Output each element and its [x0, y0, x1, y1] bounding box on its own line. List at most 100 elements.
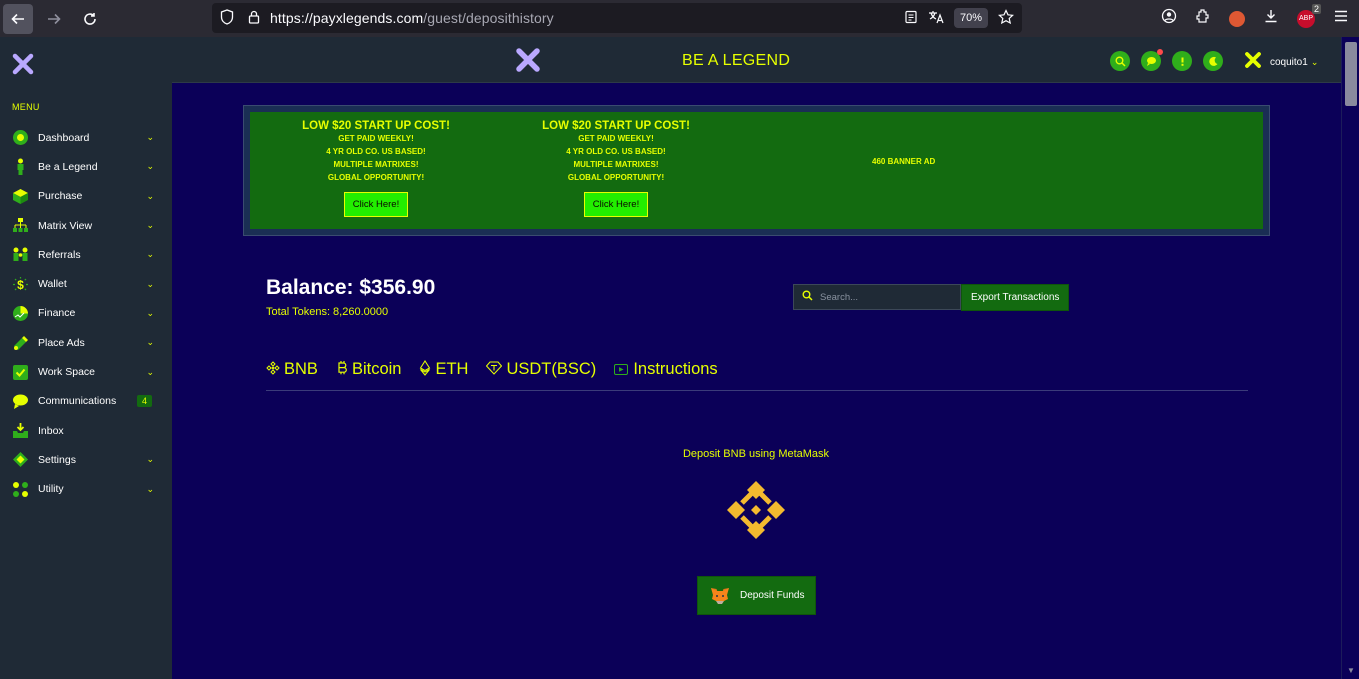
tab-bnb[interactable]: BNB	[266, 360, 318, 379]
ads-icon	[12, 334, 29, 351]
tabs-divider	[266, 390, 1248, 391]
settings-icon	[12, 451, 29, 468]
sidebar-item-label: Communications	[38, 395, 117, 408]
tab-label: Bitcoin	[351, 360, 402, 378]
tab-label: Instructions	[633, 360, 718, 378]
header-slogan: BE A LEGEND	[682, 52, 791, 69]
brand-logo-icon[interactable]	[515, 47, 541, 80]
usdt-icon	[486, 361, 503, 378]
finance-icon	[12, 305, 29, 322]
svg-text:$: $	[17, 278, 24, 292]
sidebar-item-referrals[interactable]: Referrals ⌄	[0, 240, 172, 269]
dark-mode-icon[interactable]	[1203, 51, 1223, 71]
lock-icon[interactable]	[248, 10, 260, 27]
sidebar-item-label: Purchase	[38, 190, 83, 203]
placeholder-ad[interactable]: 460 BANNER AD	[872, 157, 935, 166]
wallet-icon: $	[12, 276, 29, 293]
sidebar-item-label: Wallet	[38, 278, 67, 291]
chevron-down-icon: ⌄	[146, 307, 154, 318]
ad-line: MULTIPLE MATRIXES!	[573, 160, 659, 169]
export-transactions-button[interactable]: Export Transactions	[961, 284, 1070, 311]
shield-icon[interactable]	[220, 8, 236, 28]
zoom-level[interactable]: 70%	[953, 8, 988, 28]
ad-line: GLOBAL OPPORTUNITY!	[327, 173, 425, 182]
sidebar-item-label: Finance	[38, 307, 76, 320]
banner-inner: LOW $20 START UP COST! GET PAID WEEKLY! …	[250, 112, 1263, 229]
sidebar-item-utility[interactable]: Utility ⌄	[0, 475, 172, 504]
sidebar-item-finance[interactable]: Finance ⌄	[0, 299, 172, 328]
reload-icon	[84, 12, 96, 25]
sidebar-item-purchase[interactable]: Purchase ⌄	[0, 182, 172, 211]
duckduckgo-icon[interactable]	[1229, 10, 1245, 27]
scrollbar-thumb[interactable]	[1345, 42, 1357, 106]
adblock-count: 2	[1311, 3, 1321, 14]
back-button[interactable]	[3, 3, 33, 34]
tab-instructions[interactable]: ▶ Instructions	[614, 360, 718, 379]
ad-line: 4 YR OLD CO. US BASED!	[326, 147, 426, 156]
username: coquito1	[1270, 57, 1308, 68]
url-host: https://payxlegends.com	[270, 10, 424, 26]
sidebar-item-work-space[interactable]: Work Space ⌄	[0, 357, 172, 386]
tab-label: BNB	[284, 360, 318, 378]
notification-dot	[1157, 49, 1163, 55]
hamburger-menu-icon[interactable]	[1333, 9, 1349, 28]
search-icon[interactable]	[1110, 51, 1130, 71]
alert-icon[interactable]	[1172, 51, 1192, 71]
bitcoin-icon	[336, 360, 348, 379]
address-bar[interactable]: https://payxlegends.com/guest/deposithis…	[212, 3, 1022, 33]
url-path: /guest/deposithistory	[423, 10, 554, 26]
extensions-icon[interactable]	[1195, 8, 1211, 29]
sidebar-item-be-a-legend[interactable]: Be a Legend ⌄	[0, 152, 172, 181]
sidebar-logo-icon[interactable]	[12, 53, 34, 81]
download-icon[interactable]	[1263, 8, 1279, 29]
sidebar-item-label: Inbox	[38, 424, 64, 437]
messages-icon[interactable]	[1141, 49, 1163, 71]
ad-click-button[interactable]: Click Here!	[583, 192, 649, 217]
reload-button[interactable]	[75, 4, 105, 34]
chat-icon	[12, 393, 29, 410]
ad-block-1: LOW $20 START UP COST! GET PAID WEEKLY! …	[286, 120, 466, 217]
ad-click-button[interactable]: Click Here!	[343, 192, 409, 217]
sidebar-item-place-ads[interactable]: Place Ads ⌄	[0, 328, 172, 357]
sidebar-item-wallet[interactable]: $ Wallet ⌄	[0, 269, 172, 298]
adblock-icon[interactable]: ABP 2	[1297, 3, 1321, 28]
tab-usdt-bsc[interactable]: USDT(BSC)	[486, 360, 596, 379]
ad-line: GET PAID WEEKLY!	[338, 134, 414, 143]
reader-view-icon[interactable]	[904, 10, 918, 27]
search-input[interactable]	[820, 291, 950, 303]
deposit-funds-button[interactable]: Deposit Funds	[697, 576, 816, 615]
chevron-down-icon: ⌄	[146, 454, 154, 465]
scroll-down-icon[interactable]: ▼	[1347, 666, 1355, 675]
sidebar-item-communications[interactable]: Communications 4	[0, 387, 172, 416]
sidebar-item-label: Place Ads	[38, 336, 85, 349]
bookmark-star-icon[interactable]	[998, 8, 1014, 28]
tab-label: ETH	[435, 360, 469, 378]
forward-button[interactable]	[39, 4, 69, 34]
chevron-down-icon: ⌄	[146, 190, 154, 201]
url-text[interactable]: https://payxlegends.com/guest/deposithis…	[270, 10, 554, 26]
user-menu[interactable]: coquito1 ⌄	[1244, 51, 1318, 74]
referrals-icon	[12, 246, 29, 263]
tab-label: USDT(BSC)	[506, 360, 597, 378]
sidebar-item-settings[interactable]: Settings ⌄	[0, 445, 172, 474]
search-field[interactable]	[793, 284, 961, 310]
user-avatar-icon	[1244, 51, 1262, 74]
person-icon	[12, 158, 29, 176]
ad-line: MULTIPLE MATRIXES!	[333, 160, 419, 169]
page-scrollbar[interactable]: ▼	[1341, 37, 1359, 679]
chevron-down-icon: ⌄	[1310, 57, 1319, 67]
ad-block-2: LOW $20 START UP COST! GET PAID WEEKLY! …	[526, 120, 706, 217]
bnb-logo-icon	[725, 479, 787, 541]
menu-title: MENU	[12, 102, 40, 112]
translate-icon[interactable]	[928, 10, 944, 27]
deposit-title: Deposit BNB using MetaMask	[682, 448, 830, 460]
bnb-icon	[266, 361, 280, 378]
chevron-down-icon: ⌄	[146, 132, 154, 143]
sidebar-item-dashboard[interactable]: Dashboard ⌄	[0, 123, 172, 152]
account-icon[interactable]	[1161, 8, 1177, 29]
video-icon: ▶	[614, 364, 629, 375]
tab-bitcoin[interactable]: Bitcoin	[336, 360, 402, 379]
sidebar-item-matrix-view[interactable]: Matrix View ⌄	[0, 211, 172, 240]
tab-eth[interactable]: ETH	[419, 359, 469, 379]
sidebar-item-inbox[interactable]: Inbox	[0, 416, 172, 445]
